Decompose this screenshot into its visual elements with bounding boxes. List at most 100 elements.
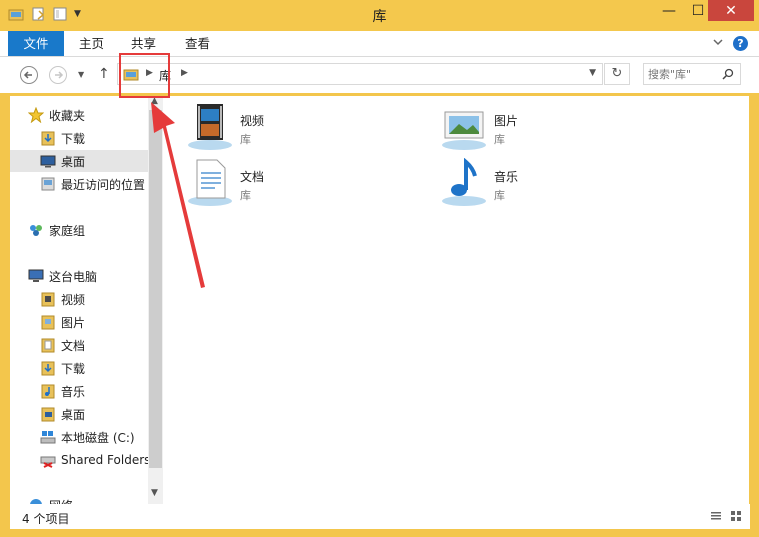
back-arrow-icon xyxy=(23,71,32,79)
nav-pc-local-disk[interactable]: 本地磁盘 (C:) xyxy=(40,426,148,448)
documents-folder-icon xyxy=(41,338,55,353)
nav-pc-documents[interactable]: 文档 xyxy=(40,334,148,356)
content-pane: 视频 库 图片 库 文档 库 音乐 库 xyxy=(163,96,749,504)
search-input[interactable] xyxy=(648,66,716,82)
status-bar: 4 个项目 xyxy=(10,504,750,529)
customize-qa-chevron-icon[interactable]: ▼ xyxy=(74,9,81,19)
tab-home[interactable]: 主页 xyxy=(79,31,104,56)
quick-access-toolbar: ▼ xyxy=(8,6,81,22)
forward-button[interactable] xyxy=(49,66,67,84)
music-library-icon xyxy=(442,158,486,206)
new-folder-icon[interactable] xyxy=(52,6,68,22)
videos-folder-icon xyxy=(41,292,55,307)
nav-pc-desktop[interactable]: 桌面 xyxy=(40,403,148,425)
address-field[interactable]: ▶ 库 ▶ ▼ xyxy=(117,63,603,85)
nav-item-label: 桌面 xyxy=(61,407,86,422)
library-type: 库 xyxy=(240,189,251,202)
nav-homegroup[interactable]: 家庭组 xyxy=(28,219,148,241)
desktop-folder-icon xyxy=(41,407,55,422)
library-item-videos[interactable]: 视频 库 xyxy=(185,102,385,156)
expand-ribbon-chevron-icon[interactable] xyxy=(712,36,724,48)
nav-favorites-recent[interactable]: 最近访问的位置 xyxy=(40,173,148,195)
nav-item-label: 图片 xyxy=(61,315,86,330)
nav-homegroup-label: 家庭组 xyxy=(49,223,86,238)
pictures-folder-icon xyxy=(41,315,55,330)
nav-item-label: Shared Folders xyxy=(61,453,148,467)
tab-view[interactable]: 查看 xyxy=(185,31,210,56)
nav-this-pc[interactable]: 这台电脑 xyxy=(28,265,148,287)
library-item-pictures[interactable]: 图片 库 xyxy=(439,102,639,156)
breadcrumb-separator-icon[interactable]: ▶ xyxy=(181,68,188,78)
nav-item-label: 本地磁盘 (C:) xyxy=(61,430,135,445)
close-button[interactable]: ✕ xyxy=(708,0,754,21)
nav-item-label: 桌面 xyxy=(61,154,86,169)
library-name: 图片 xyxy=(494,114,519,128)
library-folder-icon[interactable] xyxy=(8,6,24,22)
search-box[interactable] xyxy=(643,63,741,85)
library-item-music[interactable]: 音乐 库 xyxy=(439,158,639,212)
nav-favorites[interactable]: 收藏夹 xyxy=(28,104,148,126)
nav-item-label: 文档 xyxy=(61,338,86,353)
nav-item-label: 视频 xyxy=(61,292,86,307)
nav-pc-music[interactable]: 音乐 xyxy=(40,380,148,402)
large-icons-view-icon[interactable] xyxy=(730,510,742,522)
library-name: 视频 xyxy=(240,114,265,128)
downloads-folder-icon xyxy=(41,131,55,146)
documents-library-icon xyxy=(188,159,232,206)
desktop-icon xyxy=(40,155,56,168)
nav-item-label: 音乐 xyxy=(61,384,86,399)
title-bar: ▼ 库 — ☐ ✕ xyxy=(0,0,759,31)
library-name: 音乐 xyxy=(494,170,519,184)
refresh-icon: ↻ xyxy=(611,66,623,81)
address-toolbar: ▼ ↑ ▶ 库 ▶ ▼ ↻ xyxy=(0,57,759,93)
local-disk-icon xyxy=(40,431,56,444)
star-icon xyxy=(28,107,44,123)
navigation-pane: 收藏夹 下载 桌面 最近访问的位置 家庭组 这台电脑 视频 图片 文档 下载 音… xyxy=(10,96,148,504)
address-history-chevron-icon[interactable]: ▼ xyxy=(589,68,596,78)
tab-file[interactable]: 文件 xyxy=(8,31,64,56)
properties-icon[interactable] xyxy=(30,6,46,22)
computer-icon xyxy=(28,269,44,282)
nav-pc-shared-folders[interactable]: Shared Folders xyxy=(40,449,148,471)
nav-pc-videos[interactable]: 视频 xyxy=(40,288,148,310)
downloads-folder-icon xyxy=(41,361,55,376)
explorer-window: ▼ 库 — ☐ ✕ 文件 主页 共享 查看 ? ▼ ↑ ▶ 库 ▶ ▼ ↻ 搜索… xyxy=(0,0,759,537)
minimize-button[interactable]: — xyxy=(655,0,683,21)
video-library-icon xyxy=(188,104,232,150)
ribbon-tabs: 文件 主页 共享 查看 ? xyxy=(0,31,759,57)
scroll-down-chevron-icon[interactable]: ▼ xyxy=(151,488,158,498)
nav-network[interactable]: 网络 xyxy=(28,494,148,504)
refresh-button[interactable]: ↻ xyxy=(604,63,630,85)
nav-pc-pictures[interactable]: 图片 xyxy=(40,311,148,333)
nav-pc-downloads[interactable]: 下载 xyxy=(40,357,148,379)
library-type: 库 xyxy=(494,189,505,202)
back-button[interactable] xyxy=(20,66,38,84)
library-type: 库 xyxy=(240,133,251,146)
item-count: 4 个项目 xyxy=(22,512,70,526)
nav-favorites-label: 收藏夹 xyxy=(49,108,86,123)
library-type: 库 xyxy=(494,133,505,146)
library-item-documents[interactable]: 文档 库 xyxy=(185,158,385,212)
scrollbar-thumb[interactable] xyxy=(149,110,162,468)
nav-favorites-downloads[interactable]: 下载 xyxy=(40,127,148,149)
network-drive-disconnected-icon xyxy=(40,456,56,468)
highlight-box xyxy=(119,53,170,98)
nav-item-label: 最近访问的位置 xyxy=(61,177,146,192)
search-icon[interactable] xyxy=(722,68,734,80)
nav-network-label: 网络 xyxy=(49,497,73,505)
details-view-icon[interactable] xyxy=(710,510,722,522)
help-button[interactable]: ? xyxy=(733,36,748,51)
nav-favorites-desktop[interactable]: 桌面 xyxy=(10,150,148,172)
nav-this-pc-label: 这台电脑 xyxy=(49,269,98,284)
nav-scrollbar[interactable]: ▲ ▼ xyxy=(148,96,163,504)
pictures-library-icon xyxy=(442,111,486,150)
music-folder-icon xyxy=(41,384,55,399)
library-name: 文档 xyxy=(240,170,265,184)
nav-item-label: 下载 xyxy=(61,361,86,376)
homegroup-icon xyxy=(30,225,42,236)
up-arrow-icon[interactable]: ↑ xyxy=(98,66,110,82)
forward-arrow-icon xyxy=(55,71,64,79)
recent-places-icon xyxy=(41,177,55,191)
nav-item-label: 下载 xyxy=(61,131,86,146)
recent-locations-chevron-icon[interactable]: ▼ xyxy=(78,70,84,79)
